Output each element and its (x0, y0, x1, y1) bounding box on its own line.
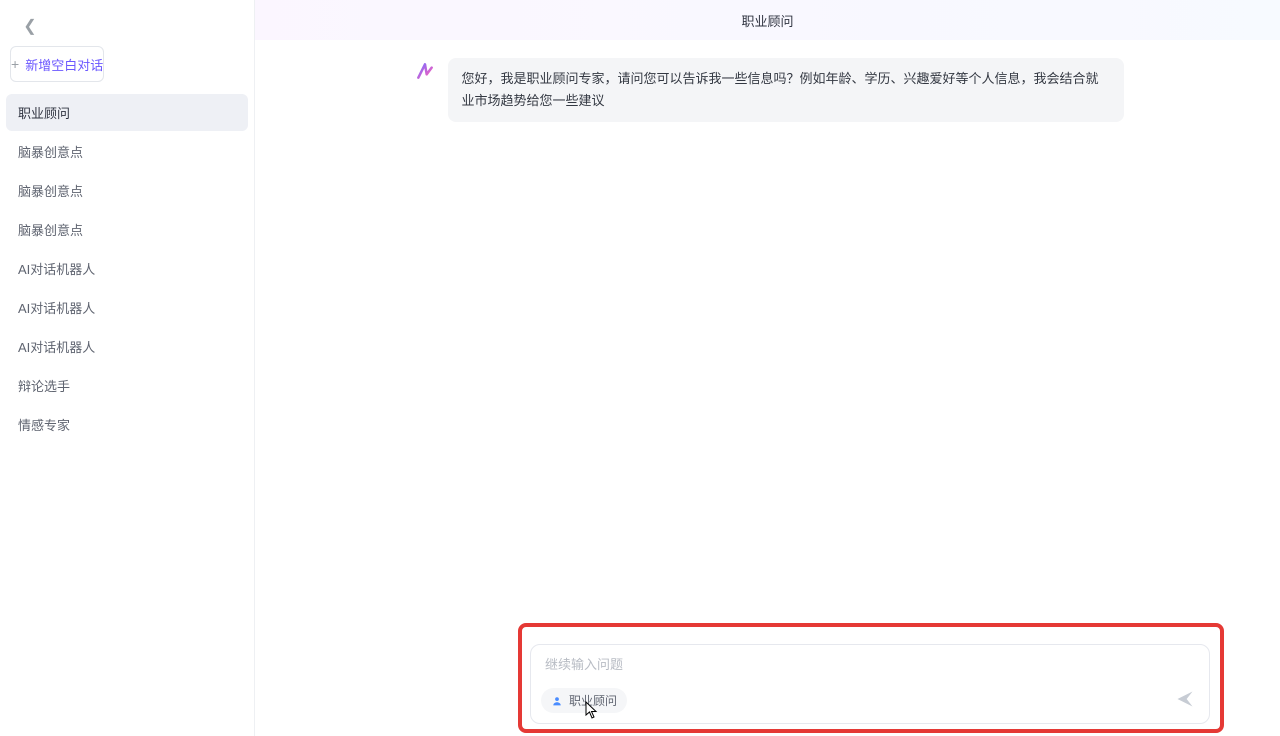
sidebar-item[interactable]: AI对话机器人 (6, 289, 248, 326)
sidebar-item[interactable]: AI对话机器人 (6, 328, 248, 365)
composer: 职业顾问 (530, 644, 1210, 724)
person-icon (551, 695, 563, 707)
conversation-list: 职业顾问 脑暴创意点 脑暴创意点 脑暴创意点 AI对话机器人 AI对话机器人 A… (6, 94, 248, 443)
assistant-message-row: 您好，我是职业顾问专家，请问您可以告诉我一些信息吗？例如年龄、学历、兴趣爱好等个… (412, 58, 1124, 122)
page-title: 职业顾问 (741, 11, 793, 30)
assistant-message-text: 您好，我是职业顾问专家，请问您可以告诉我一些信息吗？例如年龄、学历、兴趣爱好等个… (462, 71, 1099, 108)
assistant-message-bubble: 您好，我是职业顾问专家，请问您可以告诉我一些信息吗？例如年龄、学历、兴趣爱好等个… (448, 58, 1124, 122)
message-input[interactable] (531, 645, 1209, 672)
sidebar-item[interactable]: 脑暴创意点 (6, 133, 248, 170)
sidebar-item[interactable]: AI对话机器人 (6, 250, 248, 287)
sidebar-item[interactable]: 脑暴创意点 (6, 172, 248, 209)
ai-logo-icon (412, 58, 438, 84)
send-button[interactable] (1173, 687, 1197, 711)
sidebar-item-label: 情感专家 (18, 418, 70, 433)
sidebar-item-label: 脑暴创意点 (18, 223, 83, 238)
new-conversation-button[interactable]: + 新增空白对话 (10, 46, 104, 82)
chat-area: 您好，我是职业顾问专家，请问您可以告诉我一些信息吗？例如年龄、学历、兴趣爱好等个… (255, 40, 1280, 736)
sidebar-item[interactable]: 辩论选手 (6, 367, 248, 404)
sidebar-item-label: AI对话机器人 (18, 340, 95, 355)
main-panel: 职业顾问 您好，我是职业顾问专家，请问您可以告诉我一些信息吗？例如年龄、学历、兴… (255, 0, 1280, 736)
send-icon (1175, 689, 1195, 709)
new-conversation-label: 新增空白对话 (25, 55, 103, 74)
sidebar-item-label: AI对话机器人 (18, 301, 95, 316)
sidebar-item-label: 脑暴创意点 (18, 184, 83, 199)
back-button[interactable]: ❮ (16, 12, 44, 40)
chevron-left-icon: ❮ (23, 16, 36, 36)
sidebar-item[interactable]: 情感专家 (6, 406, 248, 443)
sidebar-item[interactable]: 脑暴创意点 (6, 211, 248, 248)
sidebar-item[interactable]: 职业顾问 (6, 94, 248, 131)
sidebar-item-label: 辩论选手 (18, 379, 70, 394)
sidebar-item-label: 脑暴创意点 (18, 145, 83, 160)
role-chip-label: 职业顾问 (569, 692, 617, 709)
sidebar-item-label: AI对话机器人 (18, 262, 95, 277)
role-chip[interactable]: 职业顾问 (541, 688, 627, 713)
sidebar: ❮ + 新增空白对话 职业顾问 脑暴创意点 脑暴创意点 脑暴创意点 AI对话机器… (0, 0, 255, 736)
sidebar-item-label: 职业顾问 (18, 106, 70, 121)
header: 职业顾问 (255, 0, 1280, 40)
plus-icon: + (11, 56, 19, 72)
